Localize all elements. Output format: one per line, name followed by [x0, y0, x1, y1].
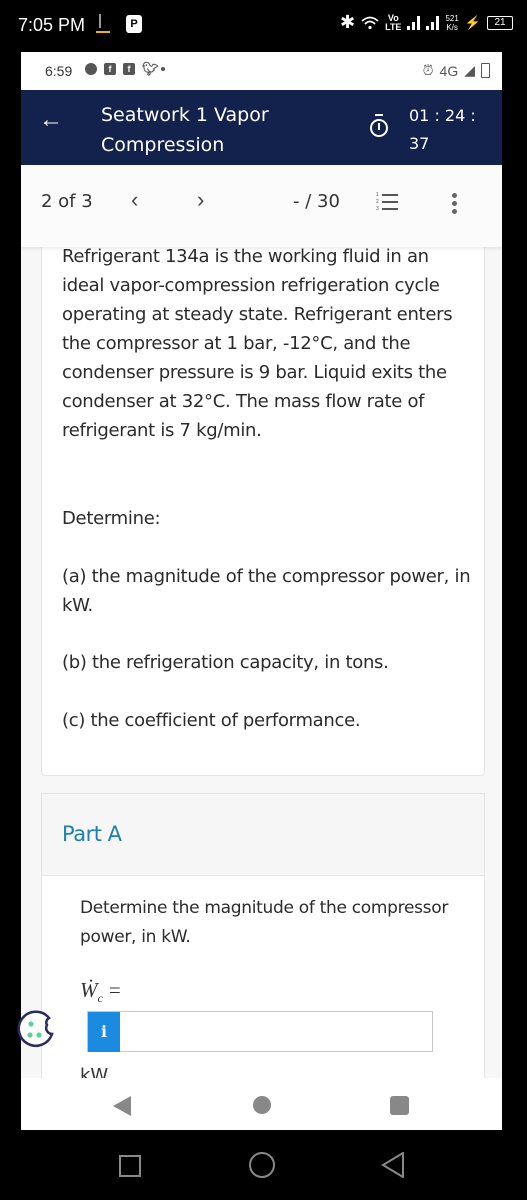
inner-nav-home-icon[interactable]	[253, 1096, 271, 1114]
determine-label: Determine:	[62, 508, 161, 529]
network-speed: 521 K/s	[445, 13, 459, 32]
outer-status-bar: 7:05 PM P ✱ Vo LTE 521 K/s ⚡ 21	[0, 0, 527, 52]
question-item: (c) the coefficient of performance.	[62, 710, 361, 731]
more-notifications-icon	[161, 67, 165, 71]
inner-nav-recents-icon[interactable]	[390, 1096, 409, 1115]
recents-icon[interactable]	[119, 1155, 141, 1177]
answer-input[interactable]	[121, 1012, 432, 1051]
facebook-icon: f	[104, 63, 116, 75]
wifi-icon	[361, 16, 379, 29]
answer-field-wrapper: i	[87, 1011, 433, 1052]
next-question-button[interactable]: ›	[197, 187, 204, 213]
cookie-settings-icon[interactable]	[16, 1008, 56, 1048]
score-display: - / 30	[293, 191, 340, 212]
info-button[interactable]: i	[88, 1012, 120, 1052]
question-content: Refrigerant 134a is the working fluid in…	[21, 242, 502, 1130]
app-notification-icon: P	[126, 15, 142, 33]
home-icon[interactable]	[249, 1152, 275, 1178]
inner-clock: 6:59	[45, 63, 73, 79]
back-arrow-icon[interactable]: ←	[39, 106, 63, 134]
charging-icon: ⚡	[464, 14, 481, 30]
twitter-icon: 🐦︎	[142, 61, 159, 76]
inner-navigation-bar	[21, 1078, 502, 1130]
app-screen: 6:59 f f 🐦︎ ⏰︎ 4G ◢ ← Seatwork 1 Vapor C…	[21, 52, 502, 1130]
question-item: (a) the magnitude of the compressor powe…	[62, 566, 471, 616]
inner-nav-back-icon[interactable]	[113, 1096, 131, 1116]
countdown-timer: 01 : 24 : 37	[409, 106, 476, 153]
app-header: ← Seatwork 1 Vapor Compression 01 : 24 :…	[21, 90, 502, 165]
question-list-icon[interactable]: 1 2 3	[376, 193, 398, 212]
volte-indicator: Vo LTE	[385, 12, 402, 32]
battery-icon	[481, 63, 490, 78]
inner-status-bar: 6:59 f f 🐦︎ ⏰︎ 4G ◢	[21, 52, 502, 90]
outer-clock: 7:05 PM	[18, 15, 86, 35]
stopwatch-icon	[369, 114, 389, 138]
messenger-icon	[85, 63, 97, 75]
previous-question-button[interactable]: ‹	[131, 187, 138, 213]
part-a-header[interactable]: Part A	[42, 794, 484, 876]
question-toolbar: 2 of 3 ‹ › - / 30 1 2 3	[21, 165, 502, 247]
more-options-icon[interactable]	[451, 193, 459, 215]
facebook-icon-2: f	[123, 63, 135, 75]
assignment-title: Seatwork 1 Vapor Compression	[101, 104, 269, 156]
bluetooth-icon: ✱	[340, 12, 356, 32]
download-icon	[96, 12, 110, 34]
network-type: 4G	[439, 62, 459, 79]
system-navigation-bar	[0, 1130, 527, 1200]
battery-indicator: 21	[487, 15, 513, 30]
part-a-label: Part A	[62, 822, 122, 846]
answer-equation-label: Ẇc =	[80, 978, 121, 1006]
signal-icon-2	[426, 15, 440, 30]
problem-intro: Refrigerant 134a is the working fluid in…	[62, 246, 453, 441]
question-item: (b) the refrigeration capacity, in tons.	[62, 652, 389, 673]
problem-statement-card: Refrigerant 134a is the working fluid in…	[41, 242, 485, 776]
part-a-prompt: Determine the magnitude of the compresso…	[80, 898, 449, 947]
signal-icon-1	[407, 15, 421, 30]
question-pager: 2 of 3	[41, 191, 93, 212]
signal-icon: ◢	[464, 62, 475, 78]
alarm-icon: ⏰︎	[422, 62, 434, 78]
back-icon[interactable]	[381, 1152, 405, 1178]
